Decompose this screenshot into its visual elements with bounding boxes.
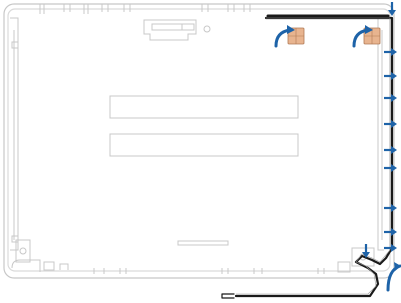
bottom-center-slot <box>177 240 229 246</box>
back-cover <box>3 3 395 279</box>
label-area-bottom <box>109 133 299 157</box>
bottom-edge-details <box>11 240 351 274</box>
cable-connector <box>221 293 235 299</box>
camera-bracket <box>143 19 211 41</box>
display-back-cover-diagram <box>3 2 401 299</box>
left-hinge-bracket <box>10 17 31 263</box>
right-hinge-bracket <box>351 17 384 267</box>
cover-inner-edge <box>7 8 391 272</box>
label-area-top <box>109 95 299 119</box>
cover-outer-edge <box>3 3 395 279</box>
